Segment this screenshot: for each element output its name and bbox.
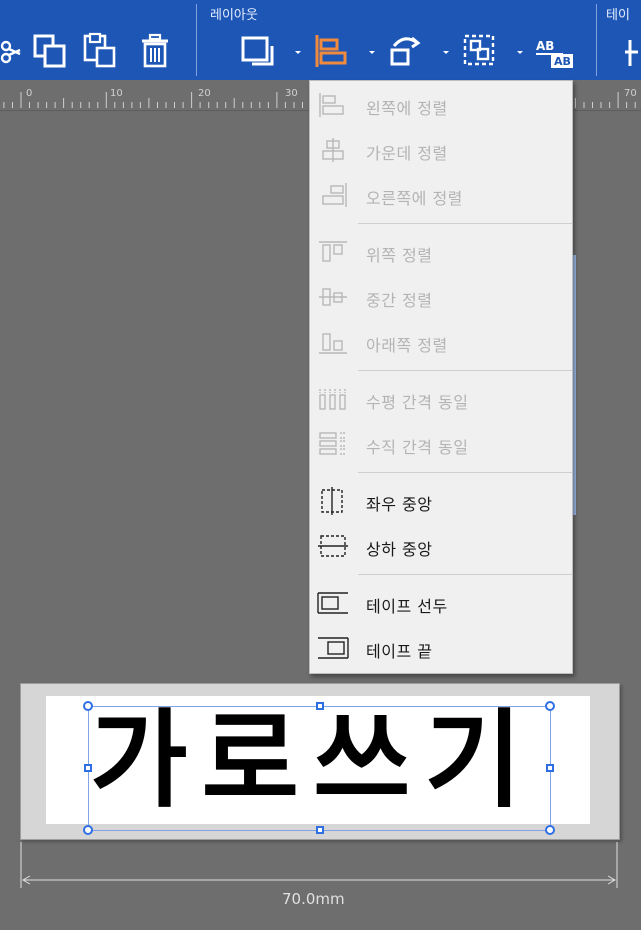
cut-button[interactable] <box>0 32 22 70</box>
resize-handle-bottom[interactable] <box>316 826 324 834</box>
tape-icon <box>625 40 638 66</box>
align-center-icon <box>316 136 350 164</box>
menu-item-label: 수평 간격 동일 <box>366 393 469 412</box>
group-dropdown-caret[interactable] <box>515 42 525 54</box>
resize-handle-bottom-right[interactable] <box>545 825 555 835</box>
copy-icon <box>33 34 66 68</box>
center-vertical-icon <box>316 532 350 560</box>
resize-handle-left[interactable] <box>84 764 92 772</box>
cut-icon <box>0 40 21 64</box>
paste-button[interactable] <box>82 32 118 70</box>
toolbar: 레이아웃 테이 AB AB <box>0 0 641 80</box>
align-top-icon <box>316 238 350 266</box>
text-style-icon: AB AB <box>536 39 573 68</box>
resize-handle-right[interactable] <box>546 764 554 772</box>
svg-text:AB: AB <box>536 39 554 53</box>
menu-item-label: 상하 중앙 <box>366 540 433 559</box>
ruler-label: 30 <box>285 88 298 99</box>
rotate-icon <box>390 36 421 66</box>
tape-group-label: 테이 <box>606 8 630 23</box>
menu-separator <box>358 223 572 224</box>
menu-item-align-middle[interactable]: 중간 정렬 <box>310 275 572 319</box>
menu-item-tape-start[interactable]: 테이프 선두 <box>310 581 572 625</box>
rotate-button[interactable] <box>388 32 424 70</box>
menu-item-label: 왼쪽에 정렬 <box>366 99 448 118</box>
align-bottom-icon <box>316 328 350 356</box>
rotate-dropdown-caret[interactable] <box>441 42 451 54</box>
distribute-vertical-icon <box>316 430 350 458</box>
menu-item-align-right[interactable]: 오른쪽에 정렬 <box>310 173 572 217</box>
menu-item-tape-end[interactable]: 테이프 끝 <box>310 626 572 670</box>
delete-button[interactable] <box>138 32 174 70</box>
align-middle-icon <box>316 283 350 311</box>
align-dropdown-caret[interactable] <box>367 42 377 54</box>
menu-separator <box>358 574 572 575</box>
menu-item-label: 가운데 정렬 <box>366 144 448 163</box>
menu-item-align-top[interactable]: 위쪽 정렬 <box>310 230 572 274</box>
chevron-down-icon <box>443 51 449 54</box>
toolbar-separator <box>196 4 197 76</box>
align-right-icon <box>316 181 350 209</box>
align-button[interactable] <box>313 32 349 70</box>
menu-item-label: 오른쪽에 정렬 <box>366 189 463 208</box>
resize-handle-top-left[interactable] <box>83 701 93 711</box>
tape-start-icon <box>316 589 350 617</box>
frame-dropdown-caret[interactable] <box>293 42 303 54</box>
paste-icon <box>83 32 116 68</box>
ruler-label: 0 <box>26 88 33 99</box>
group-icon <box>463 34 495 66</box>
ruler-label: 10 <box>110 88 123 99</box>
menu-item-distribute-vertical[interactable]: 수직 간격 동일 <box>310 422 572 466</box>
align-left-icon <box>316 91 350 119</box>
menu-separator <box>358 370 572 371</box>
chevron-down-icon <box>295 51 301 54</box>
tape-end-icon <box>316 634 350 662</box>
resize-handle-top-right[interactable] <box>545 701 555 711</box>
frame-icon <box>241 36 274 66</box>
width-dimension-label: 70.0mm <box>282 890 345 908</box>
menu-item-label: 아래쪽 정렬 <box>366 336 448 355</box>
layout-group-label: 레이아웃 <box>210 8 258 23</box>
label-text-object[interactable]: 가로쓰기 <box>90 694 560 828</box>
menu-item-center-horizontal[interactable]: 좌우 중앙 <box>310 479 572 523</box>
menu-item-align-bottom[interactable]: 아래쪽 정렬 <box>310 320 572 364</box>
distribute-horizontal-icon <box>316 385 350 413</box>
menu-item-label: 테이프 끝 <box>366 642 433 661</box>
width-dimension-line <box>20 842 618 888</box>
menu-item-center-vertical[interactable]: 상하 중앙 <box>310 524 572 568</box>
delete-icon <box>142 33 168 68</box>
svg-text:AB: AB <box>554 55 571 68</box>
align-icon <box>315 35 347 67</box>
center-horizontal-icon <box>316 487 350 515</box>
menu-separator <box>358 472 572 473</box>
menu-item-distribute-horizontal[interactable]: 수평 간격 동일 <box>310 377 572 421</box>
resize-handle-bottom-left[interactable] <box>83 825 93 835</box>
menu-item-label: 테이프 선두 <box>366 597 448 616</box>
menu-item-align-left[interactable]: 왼쪽에 정렬 <box>310 83 572 127</box>
menu-item-label: 중간 정렬 <box>366 291 433 310</box>
copy-button[interactable] <box>32 32 68 70</box>
frame-button[interactable] <box>240 32 276 70</box>
ruler-label: 70 <box>624 88 637 99</box>
align-dropdown-menu: 왼쪽에 정렬 가운데 정렬 오른쪽에 정렬 위쪽 정렬 중간 정렬 아래쪽 정렬 <box>309 80 573 674</box>
resize-handle-top[interactable] <box>316 702 324 710</box>
group-button[interactable] <box>462 32 498 70</box>
ruler-label: 20 <box>198 88 211 99</box>
tape-button[interactable] <box>622 32 641 70</box>
menu-item-label: 위쪽 정렬 <box>366 246 433 265</box>
chevron-down-icon <box>369 51 375 54</box>
menu-item-align-center[interactable]: 가운데 정렬 <box>310 128 572 172</box>
text-style-button[interactable]: AB AB <box>533 32 577 70</box>
chevron-down-icon <box>517 51 523 54</box>
toolbar-separator <box>596 4 597 76</box>
menu-item-label: 수직 간격 동일 <box>366 438 469 457</box>
menu-item-label: 좌우 중앙 <box>366 495 433 514</box>
